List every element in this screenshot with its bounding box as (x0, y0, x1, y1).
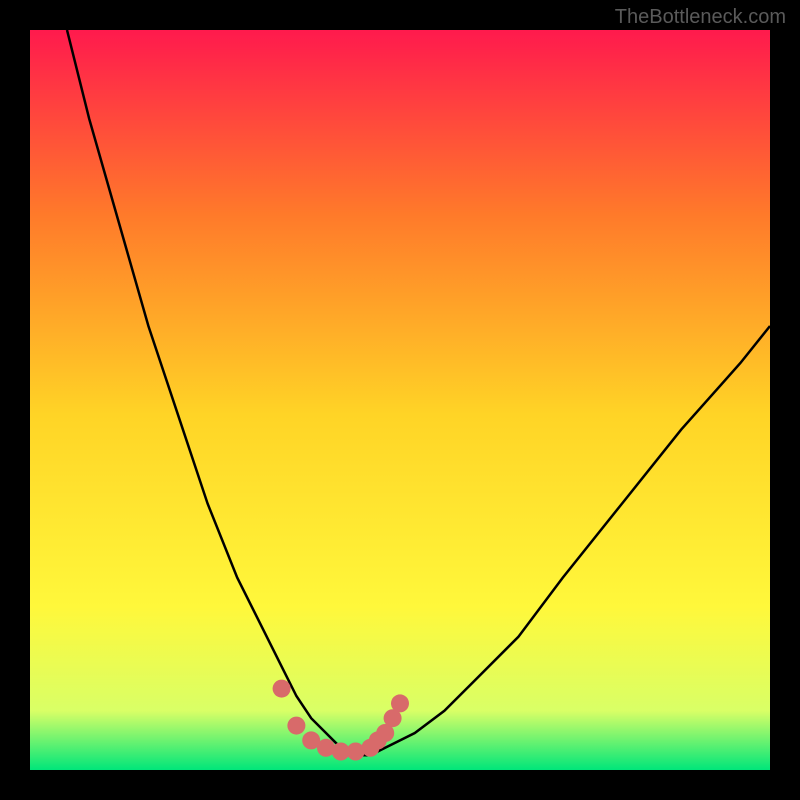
watermark-text: TheBottleneck.com (615, 6, 786, 29)
highlight-marker (273, 680, 291, 698)
chart-curve-layer (30, 30, 770, 770)
highlight-marker (287, 717, 305, 735)
plot-area (30, 30, 770, 770)
highlight-marker (391, 694, 409, 712)
bottleneck-curve (67, 30, 770, 755)
